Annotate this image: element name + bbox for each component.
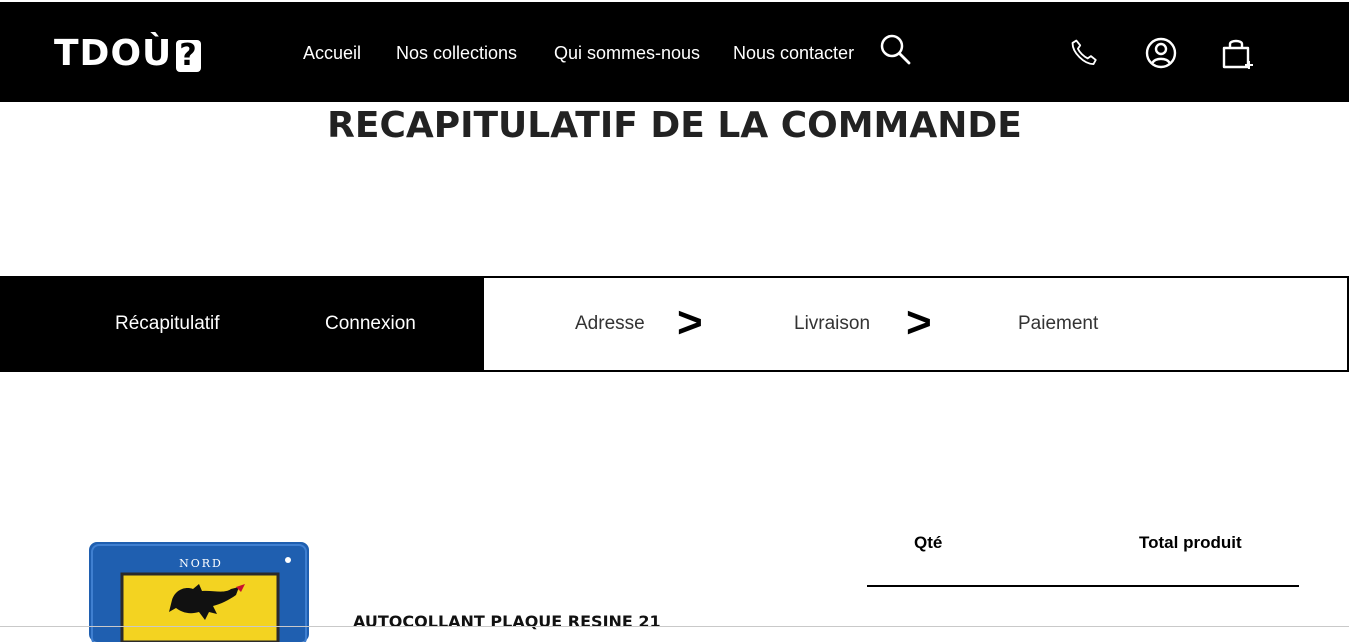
search-icon[interactable]	[878, 32, 912, 66]
step-livraison: Livraison	[794, 313, 871, 334]
column-header-qty: Qté	[914, 533, 943, 552]
logo-mark: ?	[176, 40, 201, 72]
site-header: TDOÙ? Accueil Nos collections Qui sommes…	[0, 2, 1349, 102]
logo-text: TDOÙ	[54, 33, 173, 74]
account-icon[interactable]	[1144, 36, 1178, 70]
product-badge: NORD	[179, 557, 223, 570]
step-separator-icon: >	[906, 298, 932, 347]
phone-icon[interactable]	[1067, 36, 1101, 70]
step-separator-icon: >	[677, 298, 703, 347]
nav-link-accueil[interactable]: Accueil	[303, 41, 361, 65]
nav-link-collections[interactable]: Nos collections	[396, 41, 517, 65]
product-image[interactable]: NORD	[89, 542, 309, 642]
site-logo[interactable]: TDOÙ?	[54, 36, 201, 72]
cart-icon[interactable]	[1220, 36, 1256, 72]
checkout-steps: Récapitulatif Connexion Adresse > Livrai…	[0, 276, 1349, 372]
product-name[interactable]: AUTOCOLLANT PLAQUE RESINE 21	[353, 612, 661, 632]
page-title: RECAPITULATIF DE LA COMMANDE	[327, 105, 1022, 146]
step-adresse: Adresse	[575, 313, 645, 334]
table-divider	[867, 585, 1299, 587]
column-header-total: Total produit	[1139, 533, 1242, 552]
step-recapitulatif[interactable]: Récapitulatif	[115, 312, 220, 336]
nav-link-contact[interactable]: Nous contacter	[733, 41, 854, 65]
step-paiement: Paiement	[1018, 313, 1099, 334]
step-connexion[interactable]: Connexion	[325, 312, 416, 336]
nav-link-about[interactable]: Qui sommes-nous	[554, 41, 700, 65]
viewport-edge	[0, 626, 1349, 627]
